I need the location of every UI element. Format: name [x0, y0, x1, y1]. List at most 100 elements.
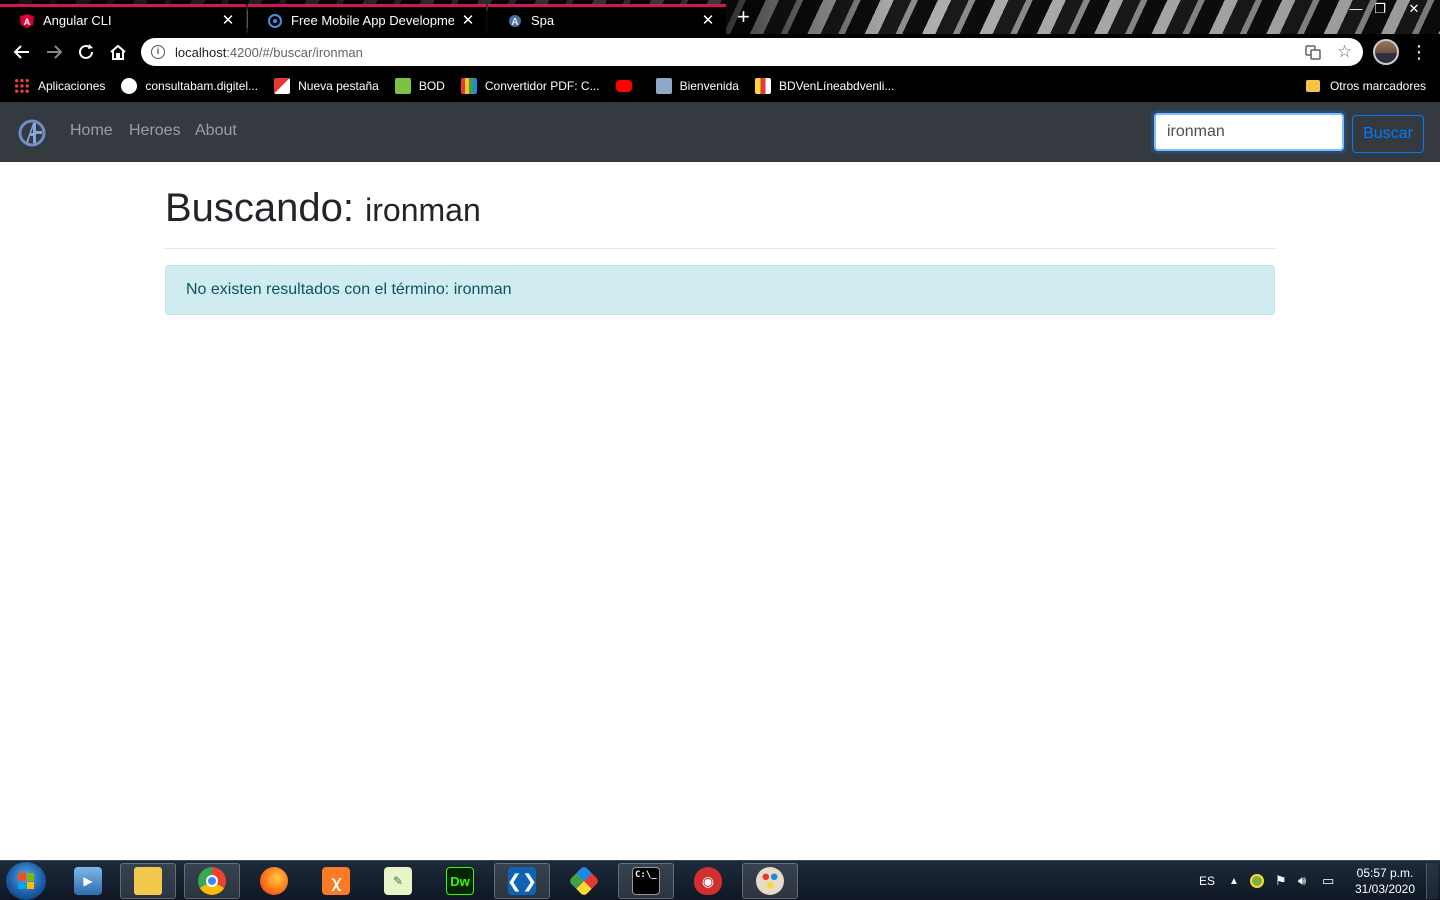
avengers-logo-icon[interactable] [18, 119, 46, 147]
menu-dots-icon[interactable]: ⋮ [1410, 41, 1428, 63]
taskbar-camera-app[interactable]: ◉ [680, 863, 736, 899]
arrow-right-icon [47, 45, 63, 59]
taskbar-chrome[interactable] [184, 863, 240, 899]
vscode-icon: ❮❯ [507, 867, 537, 895]
chrome-icon [198, 867, 226, 895]
tab-title: Angular CLI [43, 13, 112, 28]
xampp-icon: ꭓ [322, 867, 350, 895]
bookmark-youtube[interactable] [615, 80, 640, 92]
bookmark-label: Aplicaciones [38, 79, 106, 93]
bookmark-label: consultabam.digitel... [145, 79, 259, 93]
camera-icon: ◉ [694, 867, 722, 895]
tab-angular-cli[interactable]: A Angular CLI ✕ [0, 4, 246, 34]
angular-icon: A [20, 13, 34, 28]
network-icon[interactable]: ▭ [1322, 861, 1334, 900]
browser-tab-strip: A Angular CLI ✕ Free Mobile App Developm… [0, 0, 1440, 34]
app-arrows-icon [568, 865, 600, 897]
bookmark-bdvenlinea[interactable]: BDVenLíneabdvenli... [754, 78, 895, 94]
windows-logo-icon [18, 873, 34, 889]
show-desktop-button[interactable] [1426, 863, 1438, 899]
taskbar-file-explorer[interactable] [120, 863, 176, 899]
avengers-icon: A [508, 14, 522, 28]
home-icon [110, 44, 126, 60]
tab-title: Free Mobile App Development: C [291, 13, 454, 28]
url-text: localhost:4200/#/buscar/ironman [175, 45, 363, 60]
nav-link-home[interactable]: Home [70, 122, 113, 140]
alert-text: No existen resultados con el término: ir… [186, 281, 512, 298]
close-icon[interactable]: ✕ [460, 12, 476, 29]
clock-date: 31/03/2020 [1354, 882, 1416, 896]
close-icon[interactable]: ✕ [700, 12, 716, 29]
apps-grid-icon [14, 78, 30, 94]
url-path: :4200/#/buscar/ironman [226, 44, 363, 60]
bookmark-convertidor-pdf[interactable]: Convertidor PDF: C... [460, 78, 600, 94]
address-bar[interactable]: i localhost:4200/#/buscar/ironman ☆ [141, 38, 1363, 66]
bookmark-consultabam[interactable]: consultabam.digitel... [121, 78, 258, 94]
taskbar-paint[interactable] [742, 863, 798, 899]
bookmark-nueva-pestana[interactable]: Nueva pestaña [274, 78, 379, 94]
bod-icon [394, 78, 411, 94]
reload-button[interactable] [75, 41, 97, 63]
search-input[interactable] [1154, 113, 1344, 151]
nav-link-about[interactable]: About [195, 122, 237, 140]
folder-icon [1305, 80, 1320, 92]
tab-free-mobile-app[interactable]: Free Mobile App Development: C ✕ [248, 4, 486, 34]
notepad-icon: ✎ [384, 867, 412, 895]
globe-icon [121, 78, 138, 94]
window-close-button[interactable]: ✕ [1402, 0, 1426, 18]
search-term: ironman [365, 192, 481, 228]
bookmark-bienvenida[interactable]: Bienvenida [655, 78, 739, 94]
bienvenida-icon [655, 78, 672, 94]
flag-icon[interactable]: ⚑ [1275, 861, 1287, 900]
profile-avatar[interactable] [1373, 39, 1399, 65]
back-button[interactable] [11, 41, 33, 63]
browser-toolbar: i localhost:4200/#/buscar/ironman ☆ ⋮ [0, 34, 1440, 70]
app-navbar: Home Heroes About Buscar [0, 102, 1440, 162]
bookmark-label: BDVenLíneabdvenli... [778, 79, 895, 93]
minimize-button[interactable]: — [1344, 0, 1368, 18]
close-icon[interactable]: ✕ [220, 12, 236, 29]
nueva-pestana-icon [274, 78, 291, 94]
volume-icon[interactable]: 🔊︎ [1298, 861, 1306, 900]
star-icon[interactable]: ☆ [1337, 42, 1352, 62]
taskbar-cmd[interactable]: C:\_ [618, 863, 674, 899]
clock-time: 05:57 p.m. [1356, 866, 1414, 880]
page-title-label: Buscando: [165, 186, 355, 230]
taskbar-notepad[interactable]: ✎ [370, 863, 426, 899]
taskbar-dreamweaver[interactable]: Dw [432, 863, 488, 899]
no-results-alert: No existen resultados con el término: ir… [165, 265, 1275, 315]
firefox-icon [260, 867, 288, 895]
globe-icon [268, 13, 282, 28]
tab-spa[interactable]: A Spa ✕ [488, 4, 726, 34]
forward-button[interactable] [43, 41, 65, 63]
bdv-icon [754, 78, 771, 94]
bookmark-bod[interactable]: BOD [394, 78, 445, 94]
bookmark-label: Convertidor PDF: C... [484, 79, 600, 93]
restore-button[interactable]: ❐ [1368, 0, 1392, 18]
taskbar-vscode[interactable]: ❮❯ [494, 863, 550, 899]
tray-expand-icon[interactable]: ▲ [1229, 861, 1239, 900]
bookmark-other-folder[interactable]: Otros marcadores [1305, 70, 1426, 102]
pdf-converter-icon [460, 78, 477, 94]
bookmark-label: Otros marcadores [1329, 79, 1426, 93]
new-tab-button[interactable]: + [737, 6, 750, 28]
bookmark-apps[interactable]: Aplicaciones [14, 78, 105, 94]
folder-icon [134, 867, 162, 895]
bookmarks-bar: Aplicaciones consultabam.digitel... Nuev… [0, 70, 1440, 102]
taskbar-app-arrows[interactable] [556, 863, 612, 899]
main-content: Buscando: ironman No existen resultados … [165, 162, 1275, 315]
translate-icon[interactable] [1305, 44, 1321, 64]
bookmark-label: Bienvenida [679, 79, 739, 93]
system-clock[interactable]: 05:57 p.m. 31/03/2020 [1350, 865, 1420, 897]
start-button[interactable] [6, 862, 46, 900]
info-icon[interactable]: i [151, 45, 165, 59]
tray-app-icon[interactable] [1250, 861, 1264, 900]
taskbar-firefox[interactable] [246, 863, 302, 899]
taskbar-xampp[interactable]: ꭓ [308, 863, 364, 899]
search-button[interactable]: Buscar [1352, 115, 1424, 153]
language-indicator[interactable]: ES [1199, 861, 1215, 900]
nav-link-heroes[interactable]: Heroes [129, 122, 181, 140]
home-button[interactable] [107, 41, 129, 63]
taskbar-media-player[interactable]: ▶ [60, 863, 116, 899]
reload-icon [79, 44, 93, 59]
